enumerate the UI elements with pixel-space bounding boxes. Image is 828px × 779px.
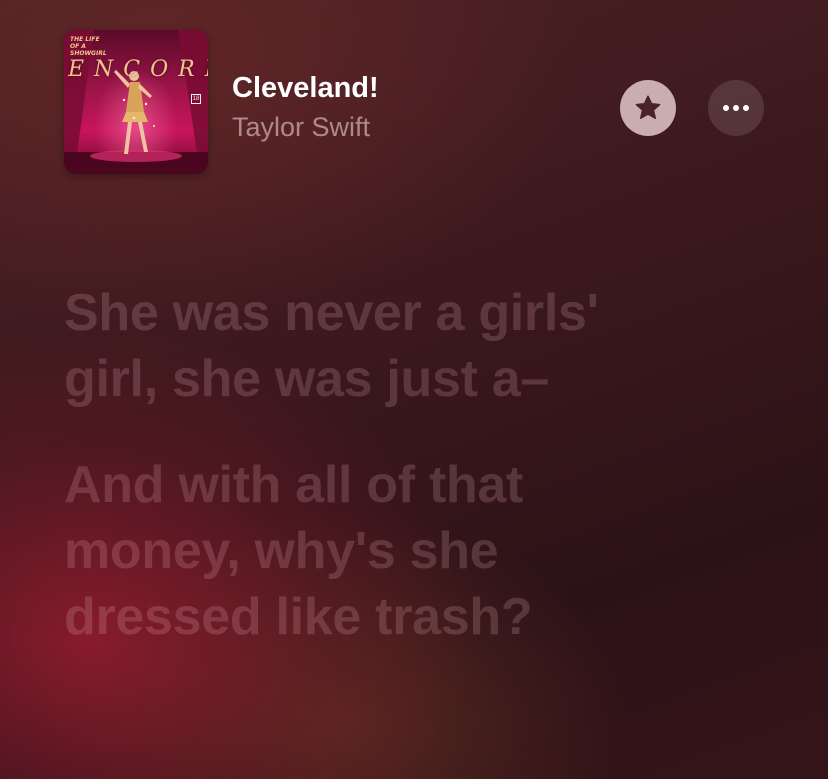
more-options-button[interactable] [708, 80, 764, 136]
artwork-badge: 18 [191, 94, 201, 104]
lyric-line[interactable]: And with all of that money, why's she dr… [64, 452, 764, 650]
ellipsis-icon [723, 105, 749, 111]
track-artist[interactable]: Taylor Swift [232, 112, 370, 143]
album-artwork[interactable]: The Life of a Showgirl ENCORE 18 [64, 30, 208, 174]
artwork-main-text: ENCORE [68, 57, 208, 82]
artwork-top-text: The Life of a Showgirl [70, 36, 107, 57]
track-title[interactable]: Cleveland! [232, 72, 379, 105]
lyrics-view: She was never a girls' girl, she was jus… [64, 280, 764, 690]
now-playing-header: The Life of a Showgirl ENCORE 18 Clevela… [64, 30, 764, 174]
star-icon [635, 95, 661, 119]
lyric-line[interactable]: She was never a girls' girl, she was jus… [64, 280, 764, 412]
favorite-button[interactable] [620, 80, 676, 136]
